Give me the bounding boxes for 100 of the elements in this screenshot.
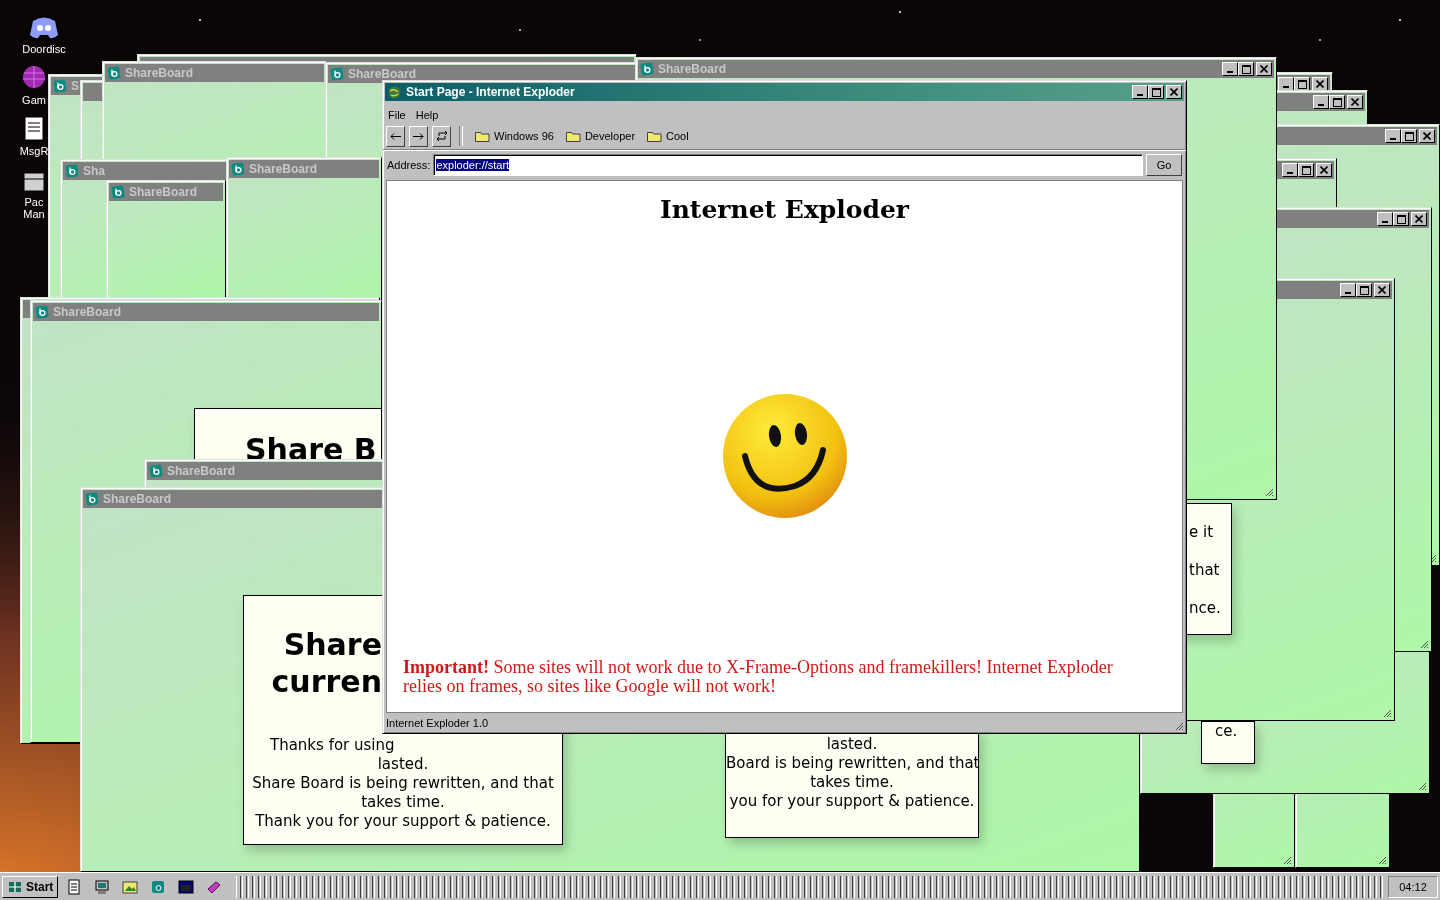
forward-arrow-icon [413, 132, 424, 140]
start-button[interactable]: Start [2, 875, 59, 898]
menu-item[interactable]: File [388, 109, 406, 121]
resize-grip-icon[interactable] [1419, 639, 1429, 649]
window-title: ShareBoard [125, 66, 195, 80]
image-icon [122, 878, 139, 895]
address-field[interactable]: exploder://start [433, 154, 1143, 176]
notice-text: takes time. [809, 773, 895, 792]
resize-grip-icon[interactable] [1264, 487, 1274, 497]
minimize-button[interactable] [1385, 129, 1401, 143]
folder-icon [647, 130, 663, 142]
app-icon [53, 79, 67, 93]
app-icon [231, 162, 245, 176]
notice-text: Important! Some sites will not work due to X-Frame-Options and framekillers! Internet Exploder relies on frames, so sites like Google will not work! [402, 658, 1114, 696]
resize-grip-icon[interactable] [1377, 855, 1387, 865]
close-button[interactable] [1411, 212, 1427, 226]
folder-icon [565, 130, 581, 142]
maximize-icon [1396, 214, 1406, 224]
notice-text: lasted. [825, 735, 879, 754]
window-title: ShareBoard [167, 464, 237, 478]
close-button[interactable] [1419, 129, 1435, 143]
notice-text: e it [1189, 522, 1215, 543]
globe-icon [387, 84, 402, 100]
resize-grip-icon[interactable] [1282, 855, 1292, 865]
maximize-button[interactable] [1329, 95, 1345, 109]
notice-text: Share Board is being rewritten, and that [251, 774, 555, 793]
maximize-button[interactable] [1401, 129, 1417, 143]
menu-item[interactable]: Help [415, 109, 439, 121]
bookmark-folder[interactable]: Developer [561, 130, 640, 142]
app-icon [111, 185, 125, 199]
notice-heading: Share [282, 626, 382, 663]
maximize-button[interactable] [1238, 62, 1254, 76]
maximize-button[interactable] [1393, 212, 1409, 226]
resize-grip-icon[interactable] [1382, 708, 1392, 718]
computer-icon [94, 878, 111, 895]
app-icon [330, 67, 344, 81]
maximize-button[interactable] [1356, 283, 1372, 297]
notice-text: ce. [1215, 722, 1239, 741]
minimize-button[interactable] [1222, 62, 1238, 76]
maximize-icon [1332, 97, 1342, 107]
maximize-button[interactable] [1298, 163, 1314, 177]
document-icon [66, 878, 83, 895]
close-icon [1351, 98, 1359, 106]
start-logo-icon [7, 879, 23, 894]
address-label: Address: [387, 159, 431, 171]
minimize-button[interactable] [1278, 77, 1294, 91]
game-icon[interactable] [20, 63, 48, 91]
resize-grip-icon[interactable] [1417, 781, 1427, 791]
maximize-icon [1241, 64, 1251, 74]
desktop-icon-label[interactable]: MsgR [19, 145, 49, 157]
go-button[interactable]: Go [1146, 154, 1182, 176]
close-button[interactable] [1374, 283, 1390, 297]
resize-grip-icon[interactable] [1174, 721, 1184, 731]
minimize-button[interactable] [1132, 85, 1148, 99]
close-button[interactable] [1347, 95, 1363, 109]
maximize-icon [1359, 285, 1369, 295]
window-title: ShareBoard [249, 162, 319, 176]
refresh-icon [435, 128, 448, 144]
desktop-icon-label[interactable]: Gam [22, 94, 46, 106]
maximize-button[interactable] [1148, 85, 1164, 99]
maximize-button[interactable] [1294, 77, 1310, 91]
close-icon [1170, 88, 1178, 96]
minimize-button[interactable] [1313, 95, 1329, 109]
notice-heading: Share B [245, 431, 378, 468]
minimize-button[interactable] [1340, 283, 1356, 297]
bookmark-folder[interactable]: Cool [643, 130, 693, 142]
notice-text: you for your support & patience. [728, 792, 976, 811]
window-title: ShareBoard [129, 185, 199, 199]
close-icon [1316, 80, 1324, 88]
minimize-button[interactable] [1377, 212, 1393, 226]
app-icon [85, 492, 99, 506]
close-button[interactable] [1166, 85, 1182, 99]
desktop-icon-label[interactable]: Pac Man [23, 196, 45, 220]
window-title: ShareBoard [348, 67, 418, 81]
window-title: S [71, 79, 80, 93]
maximize-icon [1404, 131, 1414, 141]
close-icon [1378, 286, 1386, 294]
bookmark-folder[interactable]: Windows 96 [471, 130, 558, 142]
notice-heading: curren [270, 663, 382, 700]
refresh-button[interactable] [432, 125, 451, 147]
maximize-icon [1301, 165, 1311, 175]
close-button[interactable] [1312, 77, 1328, 91]
close-icon [1320, 166, 1328, 174]
clock: 04:12 [1388, 875, 1438, 898]
window-title: ShareBoard [658, 62, 728, 76]
notice-text: Thanks for using [269, 736, 396, 755]
window-title: Sha [83, 164, 106, 178]
window-title: ShareBoard [103, 492, 173, 506]
close-button[interactable] [1256, 62, 1272, 76]
forward-button[interactable] [409, 125, 428, 147]
back-button[interactable] [386, 125, 405, 147]
close-button[interactable] [1316, 163, 1332, 177]
desktop-icon-label[interactable]: Doordisc [22, 43, 66, 55]
notice-text: takes time. [360, 793, 446, 812]
minimize-button[interactable] [1282, 163, 1298, 177]
close-icon [1423, 132, 1431, 140]
terminal-icon [178, 878, 195, 895]
app-icon [149, 464, 163, 478]
status-text: Internet Exploder 1.0 [386, 717, 489, 729]
app-icon [640, 62, 654, 76]
